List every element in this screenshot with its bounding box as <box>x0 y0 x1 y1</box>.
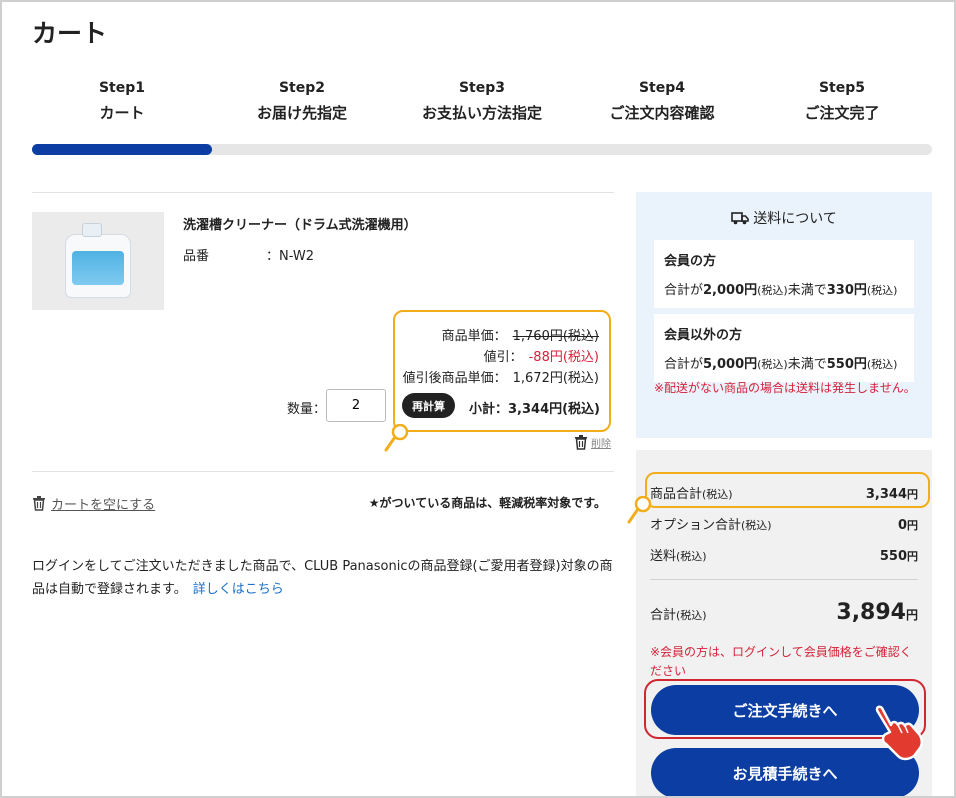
login-registration-note: ログインをしてご注文いただきました商品で、CLUB Panasonicの商品登録… <box>32 555 617 601</box>
step-5: Step5 ご注文完了 <box>752 80 932 123</box>
discounted-price-value: 1,672円(税込) <box>512 371 599 386</box>
step-4: Step4 ご注文内容確認 <box>572 80 752 123</box>
discount-row: 値引： -88円(税込) <box>484 346 599 365</box>
pointing-hand-icon <box>875 705 924 761</box>
member-price-note: ※会員の方は、ログインして会員価格をご確認ください <box>650 645 912 678</box>
page-title: カート <box>32 19 108 48</box>
progress-fill <box>32 144 212 155</box>
shipping-warning: ※配送がない商品の場合は送料は発生しません。 <box>654 381 916 395</box>
nonmember-shipping-card: 会員以外の方 合計が5,000円(税込)未満で550円(税込) <box>654 314 914 382</box>
grand-total-value: 3,894円 <box>836 600 918 625</box>
goods-total-label: 商品合計(税込) <box>650 487 733 502</box>
nonmember-shipping-text: 合計が5,000円(税込)未満で550円(税込) <box>664 357 898 372</box>
grand-total-row: 合計(税込) 3,894円 <box>650 600 918 625</box>
step-label: お届け先指定 <box>256 104 347 122</box>
option-total-row: オプション合計(税込) 0円 <box>650 514 918 533</box>
unit-price-row: 商品単価： 1,760円(税込) <box>442 325 599 344</box>
goods-total-value: 3,344円 <box>865 487 918 502</box>
product-bottle-graphic <box>65 223 131 298</box>
summary-divider <box>650 579 918 580</box>
shipping-title-text: 送料について <box>753 211 837 227</box>
nonmember-shipping-title: 会員以外の方 <box>664 328 743 343</box>
details-link[interactable]: 詳しくはこちら <box>193 582 284 597</box>
step-number: Step4 <box>638 80 686 96</box>
delete-item-button[interactable]: 削除 <box>574 435 611 450</box>
empty-cart-link[interactable]: カートを空にする <box>32 494 155 513</box>
product-image[interactable] <box>32 212 164 310</box>
discount-value: -88円(税込) <box>528 350 599 365</box>
product-number-value: ：N-W2 <box>266 249 315 264</box>
divider <box>32 471 614 472</box>
shipping-fee-label: 送料(税込) <box>650 549 707 564</box>
divider <box>32 192 614 193</box>
truck-icon <box>731 212 750 225</box>
magnifier-icon <box>384 424 409 452</box>
discounted-price-label: 値引後商品単価： <box>402 371 507 386</box>
step-number: Step5 <box>818 80 866 96</box>
step-label: ご注文完了 <box>804 104 880 122</box>
step-number: Step1 <box>98 80 146 96</box>
discounted-price-row: 値引後商品単価： 1,672円(税込) <box>403 367 599 386</box>
delete-label: 削除 <box>591 439 611 450</box>
step-label: お支払い方法指定 <box>421 104 542 122</box>
member-shipping-card: 会員の方 合計が2,000円(税込)未満で330円(税込) <box>654 240 914 308</box>
trash-icon <box>575 435 587 450</box>
step-label: ご注文内容確認 <box>609 104 715 122</box>
step-1: Step1 カート <box>32 80 212 123</box>
shipping-info-panel: 送料について 会員の方 合計が2,000円(税込)未満で330円(税込) 会員以… <box>636 192 932 438</box>
step-number: Step3 <box>458 80 506 96</box>
magnifier-icon <box>627 496 652 524</box>
step-2: Step2 お届け先指定 <box>212 80 392 123</box>
unit-price-value: 1,760円(税込) <box>512 329 599 344</box>
member-shipping-text: 合計が2,000円(税込)未満で330円(税込) <box>664 283 898 298</box>
quantity-input[interactable] <box>326 389 386 422</box>
option-total-value: 0円 <box>897 518 918 533</box>
shipping-fee-value: 550円 <box>879 549 918 564</box>
step-3: Step3 お支払い方法指定 <box>392 80 572 123</box>
product-name[interactable]: 洗濯槽クリーナー（ドラム式洗濯機用） <box>183 214 417 233</box>
step-number: Step2 <box>278 80 326 96</box>
option-total-label: オプション合計(税込) <box>650 518 772 533</box>
progress-bar <box>32 144 932 155</box>
empty-cart-label: カートを空にする <box>51 498 156 513</box>
shipping-title: 送料について <box>636 208 932 228</box>
subtotal: 小計：3,344円(税込) <box>469 402 601 417</box>
quantity-label: 数量： <box>287 402 327 417</box>
discount-label: 値引： <box>483 350 523 365</box>
login-note-text: ログインをしてご注文いただきました商品で、CLUB Panasonicの商品登録… <box>32 559 613 597</box>
shipping-fee-row: 送料(税込) 550円 <box>650 545 918 564</box>
reduced-tax-note: ★がついている商品は、軽減税率対象です。 <box>368 496 606 510</box>
unit-price-label: 商品単価： <box>441 329 507 344</box>
product-number-label: 品番 <box>183 249 210 264</box>
recalculate-button[interactable]: 再計算 <box>402 393 455 418</box>
trash-icon <box>33 496 45 511</box>
step-label: カート <box>99 104 145 122</box>
goods-total-row: 商品合計(税込) 3,344円 <box>650 483 918 502</box>
member-shipping-title: 会員の方 <box>664 254 717 269</box>
grand-total-label: 合計(税込) <box>650 608 707 623</box>
page-frame: カート Step1 カート Step2 お届け先指定 Step3 お支払い方法指… <box>0 0 956 798</box>
step-indicator: Step1 カート Step2 お届け先指定 Step3 お支払い方法指定 St… <box>32 80 932 123</box>
